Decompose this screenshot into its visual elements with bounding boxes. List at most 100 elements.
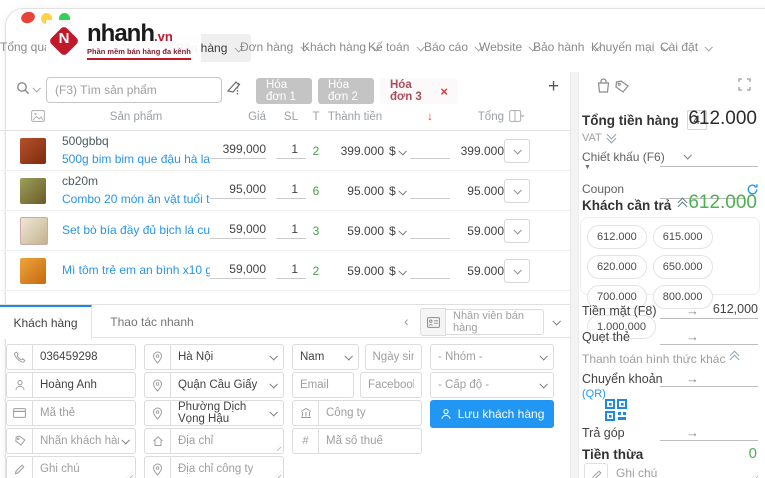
discount-type-select[interactable]: $ — [384, 264, 410, 278]
tax-code-field[interactable]: # Mã số thuế — [292, 428, 422, 454]
header-stock: T — [306, 111, 326, 123]
product-table-header: Sản phẩm Giá SL T Thành tiền ↓ Tổng — [0, 104, 570, 131]
discount-input[interactable] — [410, 262, 450, 279]
card-amount-input[interactable] — [660, 328, 758, 345]
brand-logo[interactable]: N nhanh.vn Phần mềm bán hàng đa kênh — [46, 20, 201, 64]
product-search-input[interactable]: (F3) Tìm sản phẩm — [46, 77, 222, 103]
barcode-scanner-icon[interactable] — [226, 79, 242, 102]
row-options-button[interactable] — [504, 219, 530, 243]
product-thumbnail — [20, 138, 46, 164]
amount-due-toggle[interactable]: Khách cần trả — [582, 198, 686, 213]
member-card-field[interactable]: Mã thẻ — [6, 400, 136, 426]
fullscreen-icon[interactable] — [738, 78, 751, 96]
price-input[interactable]: 59,000 — [210, 222, 266, 239]
tag-icon — [6, 428, 32, 454]
invoice-tab-1[interactable]: Hóa đơn 1 — [256, 78, 312, 104]
other-methods-toggle[interactable]: Thanh toán hình thức khác — [582, 352, 738, 366]
discount-type-select[interactable]: $ — [384, 224, 410, 238]
invoice-tab-2[interactable]: Hóa đơn 2 — [318, 78, 374, 104]
qty-input[interactable]: 1 — [276, 182, 306, 199]
price-input[interactable]: 399,000 — [210, 142, 266, 159]
staff-input[interactable]: Nhân viên bán hàng — [446, 309, 544, 335]
product-name-link[interactable]: 500g bim bim que đậu hà lan, bim bim tăm… — [62, 151, 210, 168]
city-select[interactable]: Hà Nội — [144, 344, 284, 370]
company-field[interactable]: Công ty — [292, 400, 422, 426]
building-icon — [292, 400, 318, 426]
column-settings-icon[interactable] — [504, 110, 530, 125]
tab-customer[interactable]: Khách hàng — [0, 305, 92, 339]
chevron-down-icon — [513, 266, 521, 274]
customer-label-select[interactable]: Nhãn khách hàng — [6, 428, 136, 454]
product-name-link[interactable]: Combo 20 món ăn vặt tuổi thơ bim bim cay… — [62, 191, 210, 208]
facebook-field[interactable]: Facebook — [360, 372, 422, 398]
customer-name-field[interactable]: Hoàng Anh — [6, 372, 136, 398]
quick-amount-button[interactable]: 612.000 — [587, 225, 647, 249]
sort-descending-icon[interactable]: ↓ — [410, 111, 450, 123]
shopping-bag-icon[interactable] — [596, 78, 611, 99]
nav-item-settings[interactable]: Cài đặt — [660, 40, 711, 54]
qty-input[interactable]: 1 — [276, 262, 306, 279]
save-customer-button[interactable]: Lưu khách hàng — [430, 400, 554, 428]
discount-dropdown-icon[interactable]: ▼ — [584, 164, 591, 171]
nav-item-warranty[interactable]: Bảo hành — [533, 40, 598, 54]
pencil-icon — [584, 463, 608, 478]
qty-input[interactable]: 1 — [276, 222, 306, 239]
district-select[interactable]: Quận Cầu Giấy — [144, 372, 284, 398]
pos-screen: { "colors": { "accent_blue": "#2196f3", … — [0, 0, 765, 478]
nav-item-reports[interactable]: Báo cáo — [424, 40, 481, 54]
discount-type-select[interactable]: $ — [384, 144, 410, 158]
product-name-link[interactable]: Set bò bía đầy đủ bịch lá cuốn loại to — [62, 222, 210, 239]
nav-item-promotions[interactable]: Khuyến mại — [591, 40, 668, 54]
discount-input[interactable] — [410, 142, 450, 159]
level-select[interactable]: - Cấp độ - — [430, 372, 554, 398]
company-address-field[interactable]: Địa chỉ công ty — [144, 456, 284, 478]
nav-item-orders[interactable]: Đơn hàng — [240, 40, 307, 54]
address-field[interactable]: Địa chỉ — [144, 428, 284, 454]
cash-amount-input[interactable]: 612,000 — [660, 302, 758, 319]
row-options-button[interactable] — [504, 179, 530, 203]
product-name-link[interactable]: Mì tôm trẻ em an bình x10 gói 20g — [62, 262, 210, 279]
card-swipe-label: Quẹt thẻ — [582, 330, 630, 344]
transfer-amount-input[interactable] — [660, 370, 758, 387]
search-icon[interactable] — [16, 81, 30, 100]
phone-field[interactable]: 036459298 — [6, 344, 136, 370]
price-tag-icon[interactable] — [614, 79, 630, 99]
quick-amount-button[interactable]: 650.000 — [653, 255, 713, 279]
invoice-note-input[interactable]: Ghi chú — [616, 466, 657, 478]
quick-amount-button[interactable]: 620.000 — [587, 255, 647, 279]
close-tab-icon[interactable]: × — [440, 84, 448, 99]
qr-code-icon[interactable] — [604, 398, 628, 427]
row-options-button[interactable] — [504, 139, 530, 163]
customer-note-field[interactable]: Ghi chú — [6, 456, 136, 478]
nav-item-accounting[interactable]: Kế toán — [368, 40, 423, 54]
discount-input[interactable] — [410, 222, 450, 239]
installment-amount-input[interactable] — [660, 424, 758, 441]
row-options-button[interactable] — [504, 259, 530, 283]
vat-toggle[interactable]: VAT — [582, 132, 615, 144]
stock-count: 3 — [306, 224, 326, 238]
discount-amount-input[interactable] — [660, 150, 758, 167]
gender-select[interactable]: Nam — [292, 344, 359, 370]
bank-transfer-qr-link[interactable]: (QR) — [582, 388, 606, 400]
quick-amount-button[interactable]: 615.000 — [653, 225, 713, 249]
invoice-tab-3-active[interactable]: Hóa đơn 3× — [380, 78, 458, 104]
bank-transfer-label: Chuyển khoản — [582, 372, 663, 386]
resize-handle[interactable] — [125, 471, 133, 478]
add-invoice-tab-button[interactable]: + — [548, 76, 559, 98]
chevron-down-icon — [269, 380, 277, 388]
price-input[interactable]: 95,000 — [210, 182, 266, 199]
tab-quick-actions[interactable]: Thao tác nhanh — [93, 305, 211, 339]
discount-input[interactable] — [410, 182, 450, 199]
person-icon — [6, 372, 32, 398]
resize-handle[interactable] — [273, 443, 281, 451]
nav-item-website[interactable]: Website — [479, 40, 535, 54]
birthday-field[interactable]: Ngày sinh — [365, 344, 423, 370]
ward-select[interactable]: Phường Dịch Vọng Hậu — [144, 400, 284, 426]
resize-handle[interactable] — [273, 471, 281, 478]
price-input[interactable]: 59,000 — [210, 262, 266, 279]
discount-type-select[interactable]: $ — [384, 184, 410, 198]
group-select[interactable]: - Nhóm - — [430, 344, 554, 370]
email-field[interactable]: Email — [292, 372, 354, 398]
qty-input[interactable]: 1 — [276, 142, 306, 159]
collapse-panel-chevron[interactable]: ‹ — [404, 313, 409, 329]
